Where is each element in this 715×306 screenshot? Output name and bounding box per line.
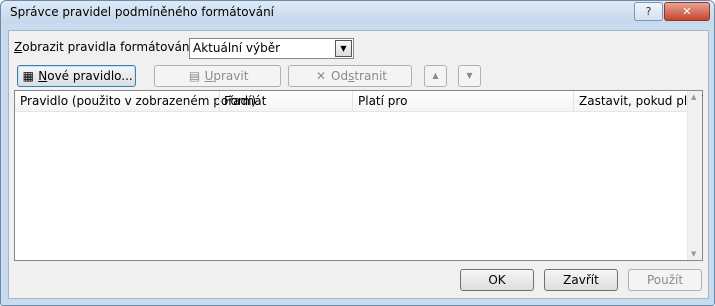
ok-button[interactable]: OK — [460, 269, 534, 291]
dialog-window: Správce pravidel podmíněného formátování… — [0, 0, 715, 306]
title-bar: Správce pravidel podmíněného formátování… — [1, 1, 714, 23]
apply-button[interactable]: Použít — [628, 269, 702, 291]
column-header-format[interactable]: Formát — [224, 94, 266, 108]
chevron-down-icon[interactable]: ▼ — [335, 40, 352, 57]
column-header-stop-if-true[interactable]: Zastavit, pokud platí — [579, 94, 703, 108]
rules-list[interactable]: Pravidlo (použito v zobrazeném pořadí) F… — [14, 90, 703, 261]
list-header: Pravidlo (použito v zobrazeném pořadí) F… — [15, 91, 703, 112]
column-header-rule[interactable]: Pravidlo (použito v zobrazeném pořadí) — [20, 94, 256, 108]
scroll-up-icon[interactable]: ▲ — [691, 93, 696, 101]
column-divider[interactable] — [352, 91, 353, 111]
window-title: Správce pravidel podmíněného formátování — [10, 5, 275, 19]
show-rules-value: Aktuální výběr — [193, 41, 281, 55]
x-delete-icon: ✕ — [315, 69, 327, 83]
show-rules-combo[interactable]: Aktuální výběr ▼ — [189, 38, 354, 59]
close-button[interactable]: Zavřít — [544, 269, 618, 291]
column-divider[interactable] — [573, 91, 574, 111]
column-divider[interactable] — [219, 91, 220, 111]
arrow-down-icon: ▼ — [466, 71, 473, 80]
delete-rule-button[interactable]: ✕Odstranit pravidlo — [288, 65, 412, 103]
close-window-button[interactable]: ✕ — [664, 2, 710, 21]
move-up-button[interactable]: ▲ — [424, 65, 447, 87]
edit-rule-button[interactable]: ▤Upravit pravidlo... — [154, 65, 281, 103]
move-down-button[interactable]: ▼ — [458, 65, 481, 87]
help-button[interactable]: ? — [634, 2, 663, 21]
vertical-scrollbar[interactable]: ▲ ▼ — [687, 91, 702, 260]
arrow-up-icon: ▲ — [432, 71, 439, 80]
table-edit-icon: ▤ — [188, 69, 201, 83]
table-new-icon: ▦ — [22, 69, 34, 83]
scroll-down-icon[interactable]: ▼ — [691, 250, 696, 258]
new-rule-button[interactable]: ▦ Nové pravidlo... — [17, 65, 136, 87]
dialog-body: Zobrazit pravidla formátování pro: Aktuá… — [8, 30, 709, 299]
column-header-applies-to[interactable]: Platí pro — [358, 94, 407, 108]
